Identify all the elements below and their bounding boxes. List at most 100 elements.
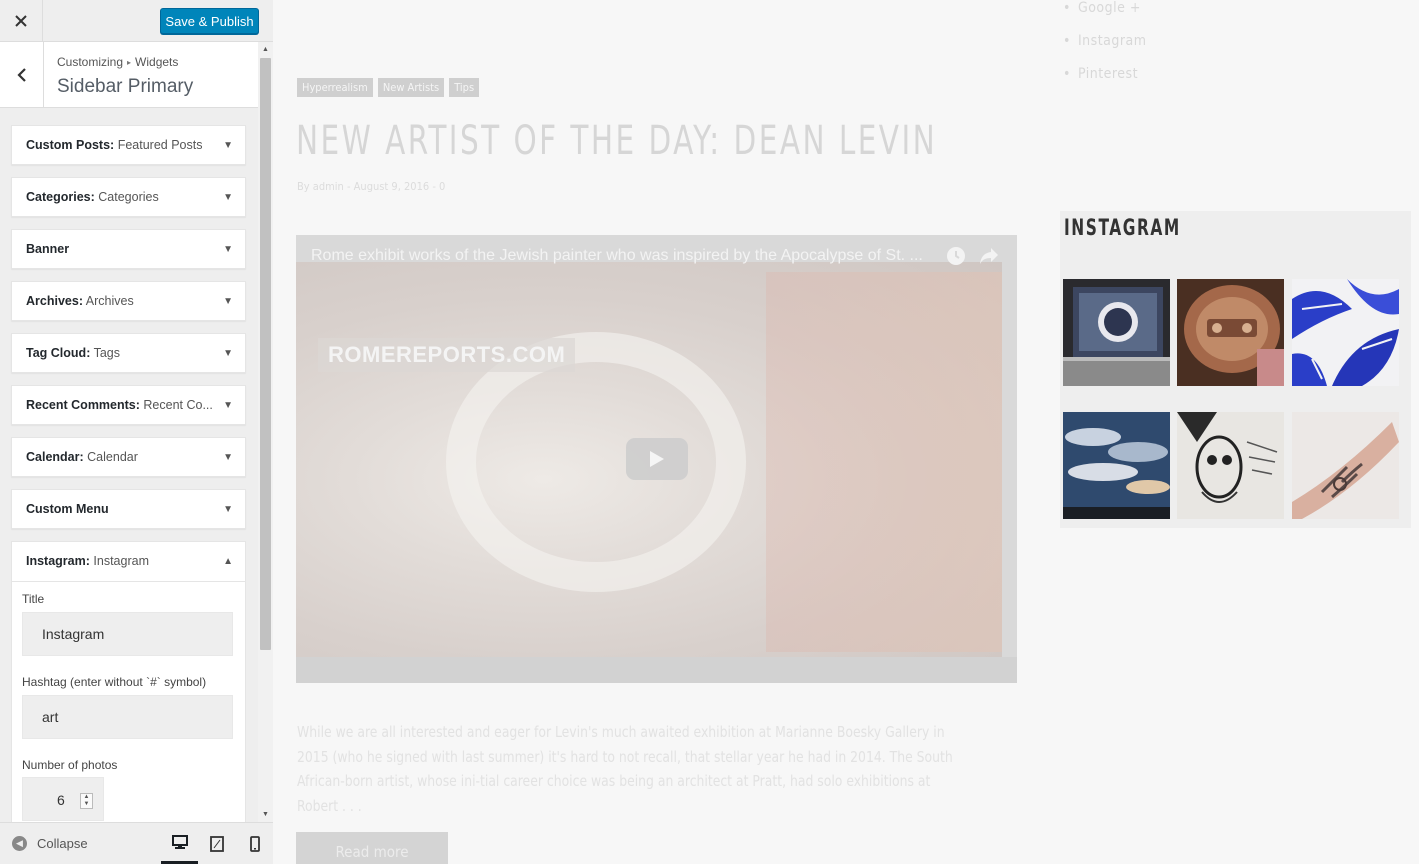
- instagram-photo-ink-sketch[interactable]: [1177, 412, 1284, 519]
- save-publish-button[interactable]: Save & Publish: [160, 8, 259, 34]
- customizer-header: Save & Publish: [0, 0, 273, 42]
- post-meta: By admin - August 9, 2016 - 0: [297, 180, 446, 193]
- video-embed[interactable]: ROMEREPORTS.COM Rome exhibit works of th…: [296, 235, 1017, 683]
- widget-tag-cloud[interactable]: Tag Cloud: Tags ▼: [11, 333, 246, 373]
- scrollbar-thumb[interactable]: [260, 58, 271, 650]
- ink-sketch-photo-icon: [1177, 412, 1284, 519]
- video-title[interactable]: Rome exhibit works of the Jewish painter…: [311, 247, 951, 265]
- widget-calendar[interactable]: Calendar: Calendar ▼: [11, 437, 246, 477]
- widget-categories[interactable]: Categories: Categories ▼: [11, 177, 246, 217]
- instagram-photo-bronze-machine[interactable]: [1177, 279, 1284, 386]
- widget-instagram-header[interactable]: Instagram: Instagram ▲: [12, 542, 245, 582]
- share-icon[interactable]: [979, 247, 999, 265]
- widget-recent-comments[interactable]: Recent Comments: Recent Co... ▼: [11, 385, 246, 425]
- expand-arrow-icon[interactable]: ▼: [223, 296, 233, 307]
- site-preview: Google + Instagram Pinterest Hyperrealis…: [274, 0, 1419, 864]
- widget-name: Archives: [85, 294, 134, 308]
- expand-arrow-icon[interactable]: ▼: [223, 192, 233, 203]
- widgets-panel: Customizing ▸ Widgets Sidebar Primary Cust…: [0, 42, 258, 822]
- expand-arrow-icon[interactable]: ▼: [223, 140, 233, 151]
- widget-name: Calendar: [87, 450, 138, 464]
- breadcrumb-separator-icon: ▸: [127, 58, 132, 67]
- preview-desktop-button[interactable]: [161, 823, 198, 864]
- spinner-arrows-icon[interactable]: ▲ ▼: [80, 793, 93, 809]
- video-watermark: ROMEREPORTS.COM: [318, 338, 576, 372]
- laptop-photo-icon: [1063, 279, 1170, 386]
- photos-count-label: Number of photos: [22, 758, 118, 772]
- widget-name: Instagram: [93, 554, 149, 568]
- collapse-arrow-icon[interactable]: ▲: [223, 556, 233, 567]
- widget-name: Featured Posts: [117, 138, 203, 152]
- section-title: Sidebar Primary: [57, 76, 194, 97]
- instagram-photo-cloudy-sky[interactable]: [1063, 412, 1170, 519]
- tag-hyperrealism[interactable]: Hyperrealism: [297, 78, 373, 97]
- widget-type: Categories: [26, 190, 91, 204]
- widget-instagram-expanded: Instagram: Instagram ▲ Title Instagram H…: [11, 541, 246, 822]
- video-control-bar: [296, 657, 1017, 683]
- breadcrumb-child: Widgets: [135, 55, 179, 69]
- hashtag-input[interactable]: art: [22, 695, 233, 739]
- customizer-footer: ◀ Collapse: [0, 822, 273, 864]
- widget-banner[interactable]: Banner ▼: [11, 229, 246, 269]
- widget-type: Custom Menu: [26, 502, 109, 516]
- instagram-photo-tattooed-arm[interactable]: [1292, 412, 1399, 519]
- clock-icon[interactable]: [946, 246, 966, 266]
- widget-type: Custom Posts: [26, 138, 111, 152]
- expand-arrow-icon[interactable]: ▼: [223, 452, 233, 463]
- blue-leaves-photo-icon: [1292, 279, 1399, 386]
- tattooed-arm-photo-icon: [1292, 412, 1399, 519]
- close-icon: [15, 15, 27, 27]
- widget-archives[interactable]: Archives: Archives ▼: [11, 281, 246, 321]
- widget-custom-menu[interactable]: Custom Menu ▼: [11, 489, 246, 529]
- photos-count-stepper[interactable]: 6 ▲ ▼: [22, 777, 104, 821]
- expand-arrow-icon[interactable]: ▼: [223, 504, 233, 515]
- preview-mobile-button[interactable]: [236, 823, 273, 864]
- expand-arrow-icon[interactable]: ▼: [223, 244, 233, 255]
- tag-tips[interactable]: Tips: [449, 78, 480, 97]
- bronze-machine-photo-icon: [1177, 279, 1284, 386]
- instagram-photo-laptop[interactable]: [1063, 279, 1170, 386]
- customizer-sidebar: Save & Publish Customizing ▸ Widgets Sideb…: [0, 0, 273, 864]
- hashtag-field-label: Hashtag (enter without `#` symbol): [22, 675, 207, 689]
- widget-type: Calendar: [26, 450, 80, 464]
- widget-type: Instagram: [26, 554, 86, 568]
- social-link-google-plus[interactable]: Google +: [1063, 0, 1263, 16]
- widget-custom-posts[interactable]: Custom Posts: Featured Posts ▼: [11, 125, 246, 165]
- collapse-icon: ◀: [12, 836, 27, 851]
- instagram-widget: INSTAGRAM: [1060, 211, 1411, 528]
- widget-name: Categories: [98, 190, 159, 204]
- read-more-button[interactable]: Read more: [296, 832, 448, 864]
- expand-arrow-icon[interactable]: ▼: [223, 400, 233, 411]
- play-button[interactable]: [626, 438, 688, 480]
- widget-type: Tag Cloud: [26, 346, 87, 360]
- widget-type: Archives: [26, 294, 79, 308]
- widget-name: Tags: [93, 346, 121, 360]
- tag-new-artists[interactable]: New Artists: [377, 78, 445, 97]
- title-field-label: Title: [22, 592, 45, 606]
- post-title[interactable]: NEW ARTIST OF THE DAY: DEAN LEVIN: [296, 118, 937, 164]
- post-tags: Hyperrealism New Artists Tips: [297, 78, 480, 97]
- back-button[interactable]: [0, 42, 44, 108]
- sidebar-scrollbar[interactable]: ▲ ▼: [258, 42, 273, 822]
- mobile-icon: [249, 836, 260, 852]
- scroll-down-icon[interactable]: ▼: [258, 807, 273, 822]
- photos-count-value: 6: [57, 792, 65, 808]
- expand-arrow-icon[interactable]: ▼: [223, 348, 233, 359]
- title-input[interactable]: Instagram: [22, 612, 233, 656]
- widget-type: Banner: [26, 242, 70, 256]
- collapse-label: Collapse: [37, 836, 88, 851]
- section-header: Customizing ▸ Widgets Sidebar Primary: [0, 42, 258, 108]
- social-link-instagram[interactable]: Instagram: [1063, 33, 1263, 49]
- chevron-left-icon: [16, 68, 26, 82]
- play-icon: [650, 451, 664, 467]
- social-link-pinterest[interactable]: Pinterest: [1063, 66, 1263, 82]
- instagram-photo-blue-leaves[interactable]: [1292, 279, 1399, 386]
- instagram-widget-title: INSTAGRAM: [1064, 216, 1181, 241]
- breadcrumb-root: Customizing: [57, 55, 124, 69]
- preview-tablet-button[interactable]: [198, 823, 235, 864]
- scroll-up-icon[interactable]: ▲: [258, 42, 273, 57]
- tablet-icon: [209, 836, 224, 852]
- collapse-button[interactable]: ◀ Collapse: [12, 836, 88, 851]
- close-button[interactable]: [0, 0, 43, 42]
- desktop-icon: [171, 835, 188, 849]
